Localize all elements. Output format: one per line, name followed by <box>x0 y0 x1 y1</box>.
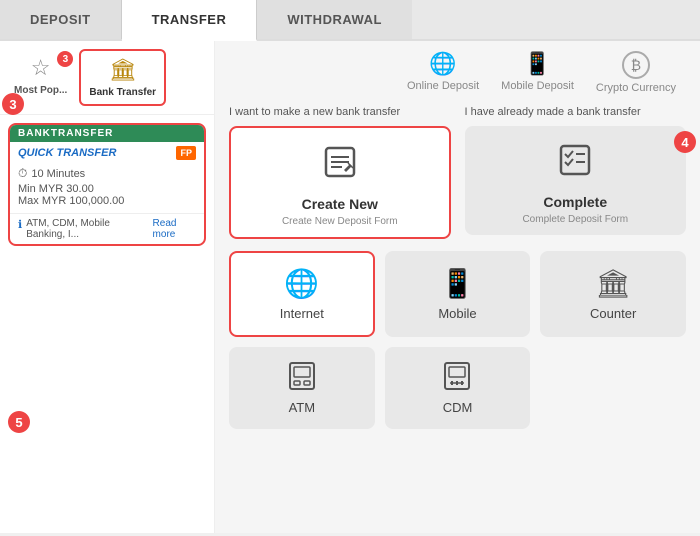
internet-label: Internet <box>280 306 324 321</box>
channel-internet[interactable]: 🌐 Internet <box>229 251 375 337</box>
pm-bank-transfer[interactable]: 🏛 Bank Transfer <box>79 49 166 106</box>
create-new-label: Create New <box>302 196 378 212</box>
edit-form-icon <box>322 144 358 188</box>
tab-deposit[interactable]: DEPOSIT <box>0 0 122 39</box>
cdm-icon <box>442 361 472 394</box>
card-note: ℹ ATM, CDM, Mobile Banking, I... Read mo… <box>10 213 204 244</box>
star-icon: ☆ <box>31 55 51 81</box>
create-new-title: I want to make a new bank transfer <box>229 106 451 118</box>
complete-card[interactable]: Complete Complete Deposit Form <box>465 126 687 235</box>
atm-label: ATM <box>289 400 315 415</box>
card-details: ⏱ 10 Minutes Min MYR 30.00 Max MYR 100,0… <box>10 164 204 213</box>
card-note-text: ATM, CDM, Mobile Banking, I... <box>26 218 148 240</box>
tab-withdrawal[interactable]: WITHDRAWAL <box>257 0 412 39</box>
card-header: BANKTRANSFER <box>10 125 204 142</box>
cdm-label: CDM <box>443 400 473 415</box>
create-new-card[interactable]: Create New Create New Deposit Form <box>229 126 451 239</box>
bank-transfer-label: Bank Transfer <box>89 87 156 98</box>
bank-card: BANKTRANSFER QUICK TRANSFER FP ⏱ 10 Minu… <box>8 123 206 246</box>
badge-3: 3 <box>57 51 73 67</box>
info-icon: ℹ <box>18 218 22 231</box>
mobile-channel-icon: 📱 <box>440 267 475 300</box>
bank-icon: 🏛 <box>109 57 137 83</box>
counter-icon: 🏛 <box>595 267 631 300</box>
card-time: 10 Minutes <box>31 168 85 180</box>
complete-subtitle: Complete Deposit Form <box>522 214 628 225</box>
pt-crypto[interactable]: ₿ Crypto Currency <box>596 51 676 94</box>
channel-mobile[interactable]: 📱 Mobile <box>385 251 531 337</box>
globe-icon: 🌐 <box>429 51 456 77</box>
step4-badge: 4 <box>674 131 696 153</box>
create-new-subtitle: Create New Deposit Form <box>282 216 398 227</box>
atm-icon <box>287 361 317 394</box>
pt-online-deposit[interactable]: 🌐 Online Deposit <box>407 51 479 94</box>
counter-label: Counter <box>590 306 636 321</box>
crypto-label: Crypto Currency <box>596 82 676 94</box>
mobile-icon: 📱 <box>524 51 551 77</box>
read-more-link[interactable]: Read more <box>153 218 196 240</box>
payment-methods-row: ☆ Most Pop... 3 🏛 Bank Transfer <box>0 41 214 115</box>
channel-atm[interactable]: ATM <box>229 347 375 429</box>
fp-logo: FP <box>176 146 196 160</box>
tabs-bar: DEPOSIT TRANSFER WITHDRAWAL <box>0 0 700 41</box>
quick-transfer-label: QUICK TRANSFER <box>18 147 116 159</box>
internet-icon: 🌐 <box>284 267 319 300</box>
payment-types-row: 🌐 Online Deposit 📱 Mobile Deposit ₿ Cryp… <box>229 51 686 94</box>
transfer-section: I want to make a new bank transfer Creat… <box>229 106 686 239</box>
card-fp-row: QUICK TRANSFER FP <box>10 142 204 164</box>
tab-transfer[interactable]: TRANSFER <box>122 0 258 41</box>
channel-grid: 🌐 Internet 📱 Mobile 🏛 Counter <box>229 251 686 429</box>
complete-title: I have already made a bank transfer <box>465 106 687 118</box>
mobile-deposit-label: Mobile Deposit <box>501 80 574 92</box>
content-area: 4 🌐 Online Deposit 📱 Mobile Deposit ₿ Cr… <box>215 41 700 533</box>
create-new-col: I want to make a new bank transfer Creat… <box>229 106 451 239</box>
sidebar: 3 ☆ Most Pop... 3 🏛 Bank Transfer BANKTR… <box>0 41 215 533</box>
clock-icon: ⏱ <box>18 166 27 181</box>
most-popular-label: Most Pop... <box>14 85 67 96</box>
card-max: Max MYR 100,000.00 <box>18 195 196 207</box>
complete-label: Complete <box>543 194 607 210</box>
channel-cdm[interactable]: CDM <box>385 347 531 429</box>
checklist-icon <box>557 142 593 186</box>
pt-mobile-deposit[interactable]: 📱 Mobile Deposit <box>501 51 574 94</box>
btc-icon: ₿ <box>622 51 650 79</box>
step3-badge: 3 <box>2 93 24 115</box>
card-min: Min MYR 30.00 <box>18 183 196 195</box>
mobile-channel-label: Mobile <box>438 306 476 321</box>
online-deposit-label: Online Deposit <box>407 80 479 92</box>
channel-counter[interactable]: 🏛 Counter <box>540 251 686 337</box>
complete-col: I have already made a bank transfer Comp… <box>465 106 687 239</box>
step5-badge: 5 <box>8 411 30 433</box>
